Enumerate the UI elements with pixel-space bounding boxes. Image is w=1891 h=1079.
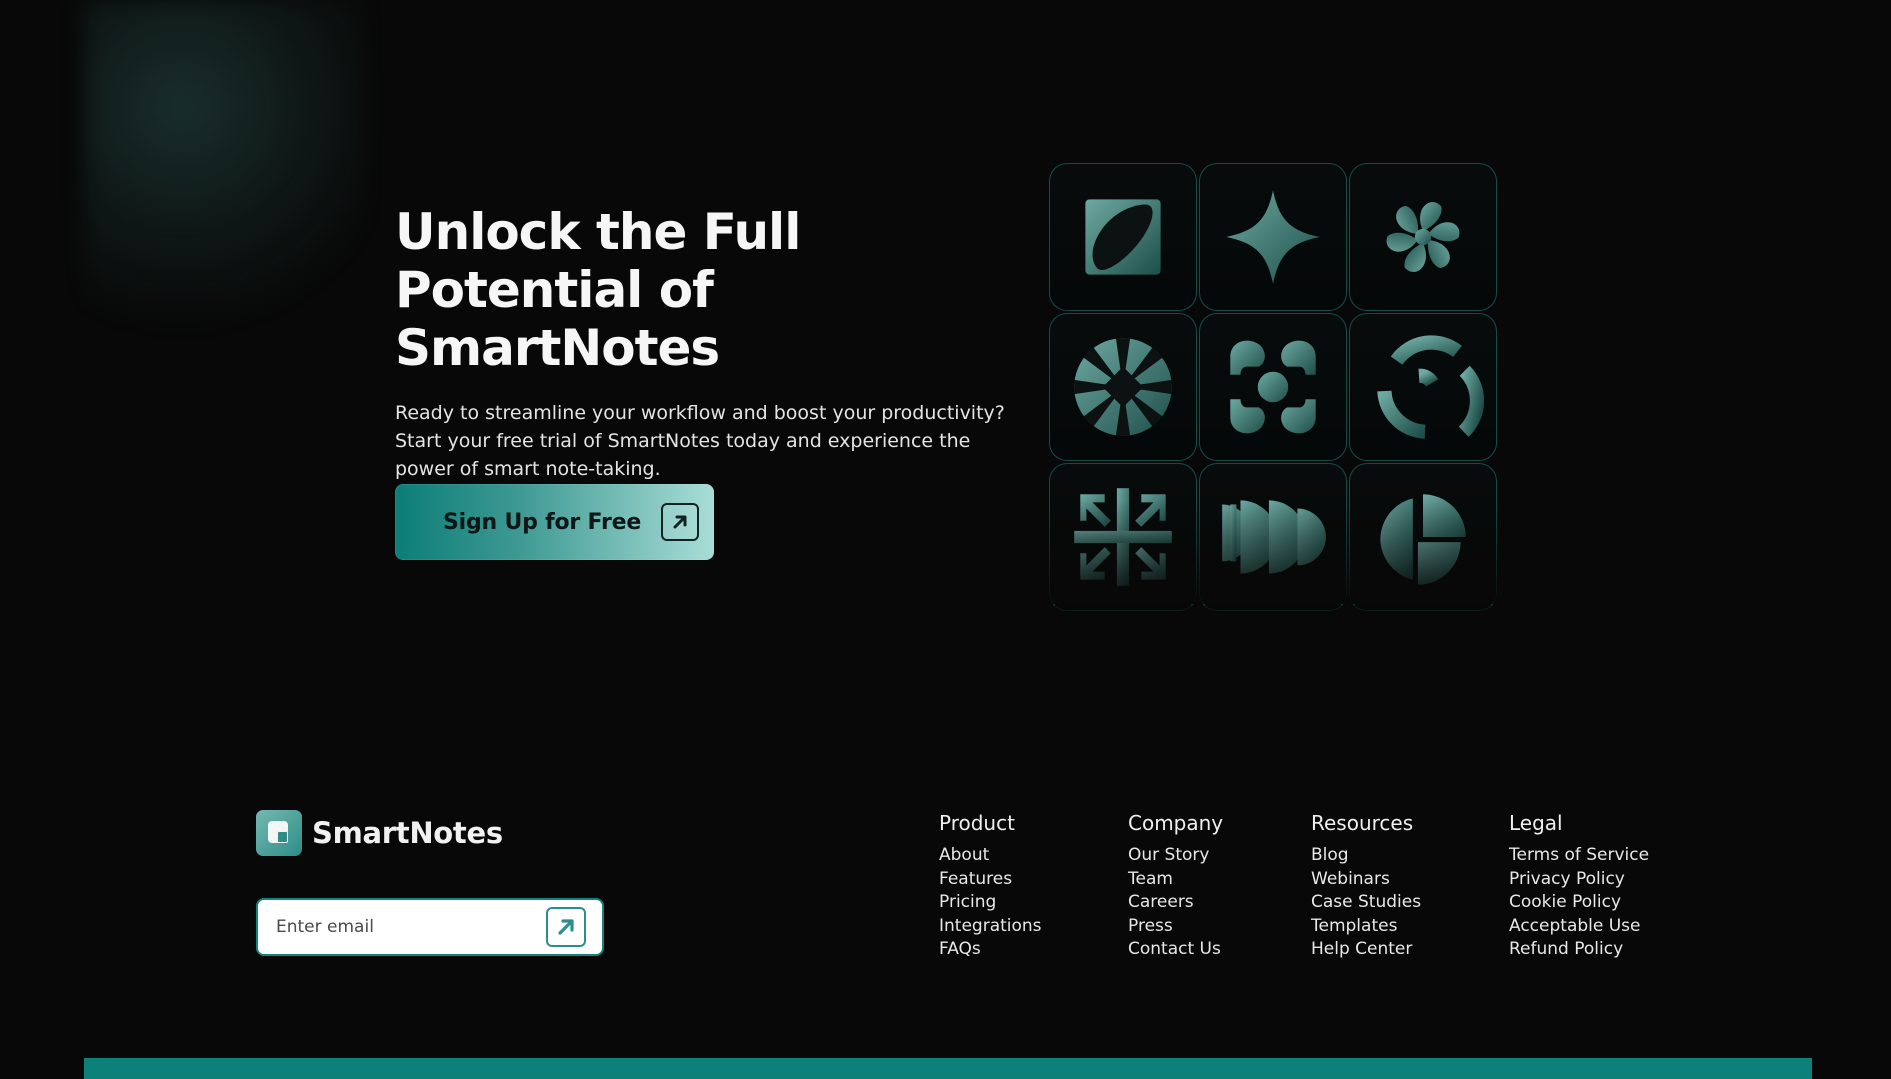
footer-link-help-center[interactable]: Help Center bbox=[1311, 938, 1421, 962]
footer-link-list: Blog Webinars Case Studies Templates Hel… bbox=[1311, 844, 1421, 962]
footer-link-list: About Features Pricing Integrations FAQs bbox=[939, 844, 1042, 962]
icon-tile bbox=[1199, 313, 1347, 461]
arrow-up-right-icon bbox=[558, 919, 574, 935]
circular-flower-icon bbox=[1074, 338, 1172, 436]
footer-link-refund-policy[interactable]: Refund Policy bbox=[1509, 938, 1649, 962]
footer-column-title: Company bbox=[1128, 811, 1224, 835]
footer-link-integrations[interactable]: Integrations bbox=[939, 915, 1042, 939]
footer-link-terms-of-service[interactable]: Terms of Service bbox=[1509, 844, 1649, 868]
sign-up-button-label: Sign Up for Free bbox=[443, 509, 642, 535]
footer-link-pricing[interactable]: Pricing bbox=[939, 891, 1042, 915]
arc-segments-icon bbox=[1377, 335, 1484, 439]
footer-column-title: Legal bbox=[1509, 811, 1563, 835]
landing-page: Unlock the Full Potential of SmartNotes … bbox=[0, 0, 1891, 1079]
circle-slices-icon bbox=[1380, 494, 1466, 585]
footer-link-blog[interactable]: Blog bbox=[1311, 844, 1421, 868]
footer-link-about[interactable]: About bbox=[939, 844, 1042, 868]
icon-tile bbox=[1349, 463, 1497, 611]
footer-link-team[interactable]: Team bbox=[1128, 868, 1223, 892]
footer-column-product: Product About Features Pricing Integrati… bbox=[939, 810, 1042, 962]
half-circles-icon bbox=[1222, 500, 1326, 574]
footer-column-legal: Legal Terms of Service Privacy Policy Co… bbox=[1509, 810, 1649, 962]
footer-link-list: Our Story Team Careers Press Contact Us bbox=[1128, 844, 1223, 962]
footer-brand[interactable]: SmartNotes bbox=[256, 810, 503, 856]
inward-arrows-icon bbox=[1074, 488, 1172, 586]
footer-column-company: Company Our Story Team Careers Press Con… bbox=[1128, 810, 1223, 962]
sign-up-button[interactable]: Sign Up for Free bbox=[395, 484, 714, 560]
footer-link-features[interactable]: Features bbox=[939, 868, 1042, 892]
icon-tile bbox=[1349, 313, 1497, 461]
footer-bottom-bar bbox=[84, 1058, 1812, 1079]
footer-link-cookie-policy[interactable]: Cookie Policy bbox=[1509, 891, 1649, 915]
abstract-leaf-square-icon bbox=[1085, 199, 1161, 275]
swirl-knot-icon bbox=[1230, 340, 1316, 434]
icon-tile bbox=[1049, 463, 1197, 611]
background-glow bbox=[84, 0, 364, 380]
email-input[interactable] bbox=[276, 912, 516, 942]
footer-column-resources: Resources Blog Webinars Case Studies Tem… bbox=[1311, 810, 1421, 962]
hero-section: Unlock the Full Potential of SmartNotes … bbox=[395, 203, 1005, 483]
arrow-up-right-icon bbox=[661, 503, 700, 541]
hero-title: Unlock the Full Potential of SmartNotes bbox=[395, 203, 801, 377]
pinwheel-icon bbox=[1386, 202, 1460, 272]
footer-link-careers[interactable]: Careers bbox=[1128, 891, 1223, 915]
smartnotes-logo-icon bbox=[256, 810, 302, 856]
email-submit-button[interactable] bbox=[546, 907, 586, 947]
newsletter-form bbox=[256, 898, 604, 956]
four-point-star-icon bbox=[1226, 190, 1320, 284]
footer-link-case-studies[interactable]: Case Studies bbox=[1311, 891, 1421, 915]
icon-tile bbox=[1199, 463, 1347, 611]
footer-link-acceptable-use[interactable]: Acceptable Use bbox=[1509, 915, 1649, 939]
footer-link-privacy-policy[interactable]: Privacy Policy bbox=[1509, 868, 1649, 892]
footer-link-press[interactable]: Press bbox=[1128, 915, 1223, 939]
footer-link-our-story[interactable]: Our Story bbox=[1128, 844, 1223, 868]
brand-name: SmartNotes bbox=[312, 816, 503, 850]
icon-tile bbox=[1049, 313, 1197, 461]
footer-link-contact-us[interactable]: Contact Us bbox=[1128, 938, 1223, 962]
footer-link-templates[interactable]: Templates bbox=[1311, 915, 1421, 939]
footer-link-list: Terms of Service Privacy Policy Cookie P… bbox=[1509, 844, 1649, 962]
icon-tile bbox=[1049, 163, 1197, 311]
footer-link-webinars[interactable]: Webinars bbox=[1311, 868, 1421, 892]
icon-tile bbox=[1349, 163, 1497, 311]
feature-icon-grid bbox=[1049, 163, 1501, 611]
footer-column-title: Resources bbox=[1311, 811, 1414, 835]
footer-link-faqs[interactable]: FAQs bbox=[939, 938, 1042, 962]
footer-column-title: Product bbox=[939, 811, 1015, 835]
hero-description: Ready to streamline your workflow and bo… bbox=[395, 402, 1005, 480]
icon-tile bbox=[1199, 163, 1347, 311]
